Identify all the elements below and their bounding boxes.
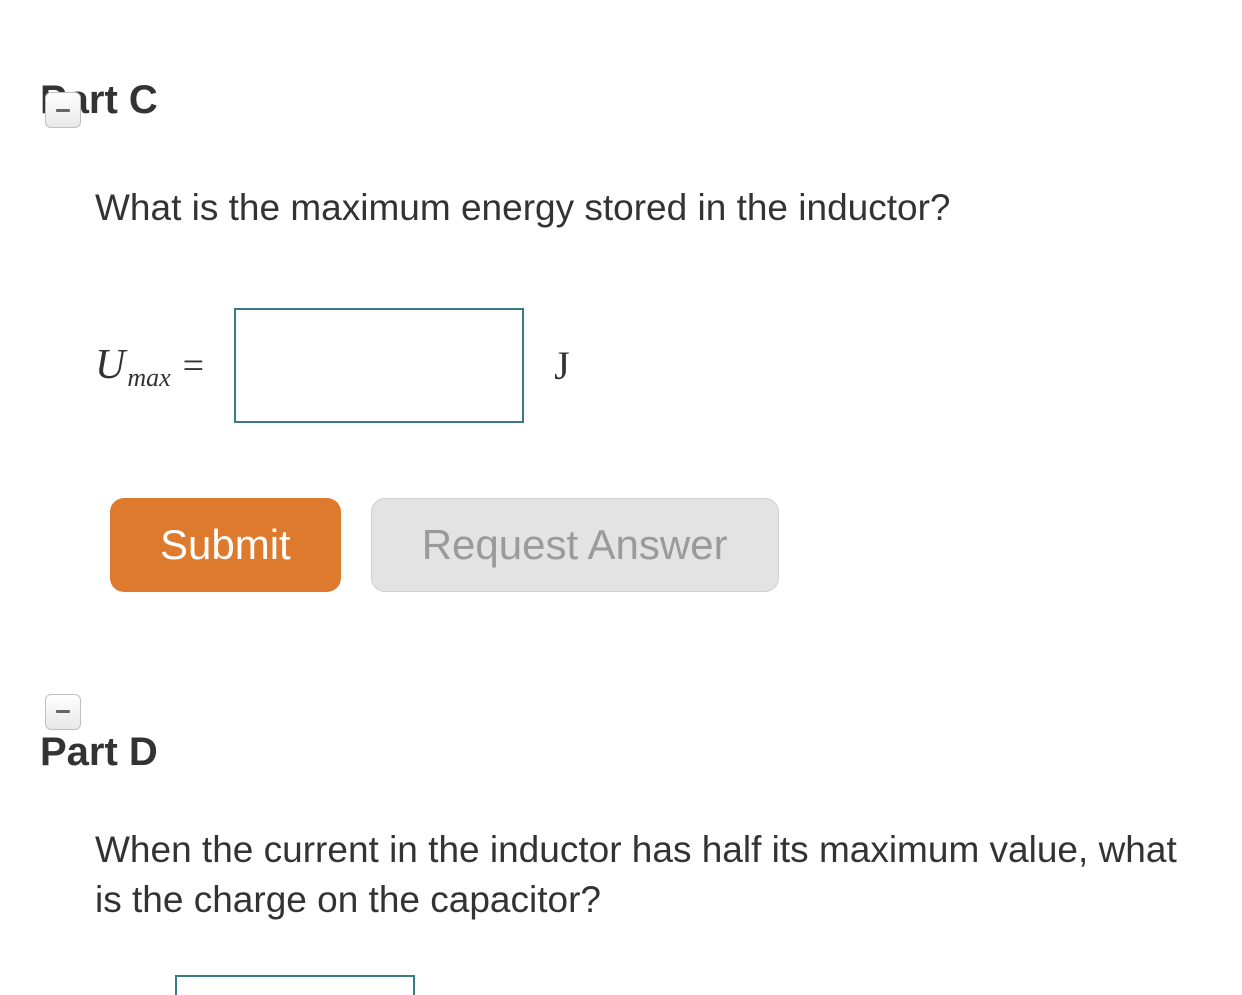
part-d-section: Part D When the current in the inductor …: [0, 702, 1242, 995]
minus-icon: [56, 109, 70, 112]
part-d-input-partial[interactable]: [175, 975, 415, 995]
part-d-header: Part D: [0, 702, 1242, 775]
part-d-body: When the current in the inductor has hal…: [0, 825, 1242, 995]
collapse-toggle-part-d[interactable]: [45, 694, 81, 730]
part-c-question: What is the maximum energy stored in the…: [95, 183, 1202, 233]
request-answer-button[interactable]: Request Answer: [371, 498, 779, 592]
unit-label: J: [554, 342, 570, 389]
part-d-answer-row: [95, 975, 1202, 995]
minus-icon: [56, 710, 70, 713]
part-c-header: Part C: [0, 50, 1242, 123]
part-c-title: Part C: [40, 50, 1242, 123]
part-c-button-row: Submit Request Answer: [95, 498, 1202, 592]
part-d-title: Part D: [40, 702, 1242, 775]
equals-sign: =: [183, 344, 204, 388]
submit-button[interactable]: Submit: [110, 498, 341, 592]
variable-subscript: max: [127, 363, 170, 393]
collapse-toggle-part-c[interactable]: [45, 92, 81, 128]
umax-input[interactable]: [234, 308, 524, 423]
part-d-question: When the current in the inductor has hal…: [95, 825, 1202, 925]
part-c-answer-row: Umax = J: [95, 308, 1202, 423]
part-c-section: Part C What is the maximum energy stored…: [0, 0, 1242, 592]
variable-main: U: [95, 341, 125, 389]
part-c-body: What is the maximum energy stored in the…: [0, 183, 1242, 592]
variable-label: Umax =: [95, 341, 204, 389]
